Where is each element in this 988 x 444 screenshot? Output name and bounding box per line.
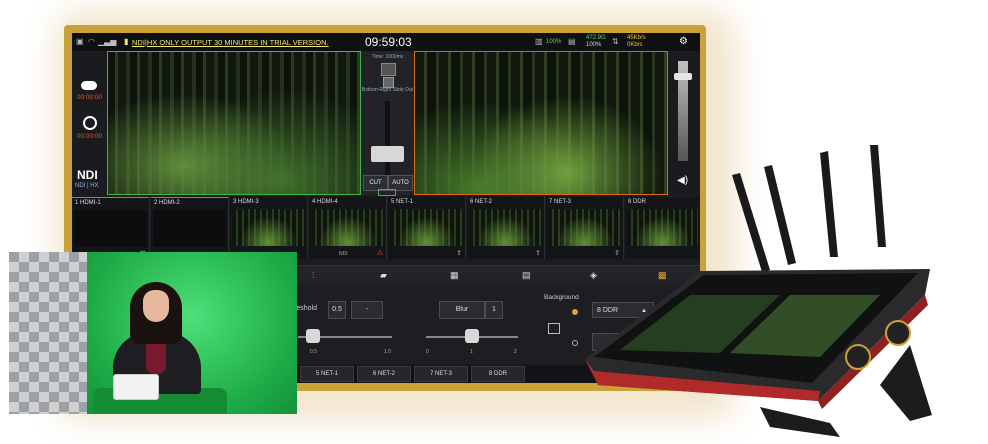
background-radio-1[interactable]: [572, 309, 578, 315]
network-icon: ⇅: [612, 37, 619, 46]
source-thumb-3[interactable]: 3 HDMI-3: [230, 197, 308, 259]
battery-icon: ▥: [535, 37, 543, 46]
transition-panel: Time: 1000ms Bottom-Right Slide Out CUT …: [361, 51, 414, 196]
notes-icon[interactable]: ▤: [522, 270, 531, 281]
source-thumb-2[interactable]: 2 HDMI-2: [151, 197, 229, 260]
scale-label: 0: [426, 349, 429, 355]
cpu-usage: 100%: [546, 39, 562, 45]
ndi-logo[interactable]: NDI: [77, 168, 98, 182]
tablet-on-desk: [113, 374, 159, 400]
folder-icon[interactable]: ▰: [380, 270, 387, 281]
source-button-net-3[interactable]: 7 NET-3: [414, 366, 468, 382]
blur-value[interactable]: 1: [485, 301, 503, 319]
clock: 09:59:03: [365, 35, 412, 49]
source-video: [232, 209, 305, 246]
storage-icon: ▤: [568, 37, 576, 46]
source-video: [390, 209, 463, 246]
device-stand: [760, 407, 840, 437]
blur-slider-knob[interactable]: [465, 329, 479, 343]
transition-time: Time: 1000ms: [371, 54, 404, 60]
blur-label: Blur: [439, 301, 485, 319]
source-name: NET-1: [396, 199, 414, 205]
studio-inset-photo: [9, 252, 297, 414]
source-name: HDMI-2: [159, 200, 180, 206]
gift-icon[interactable]: ▦: [450, 270, 459, 281]
source-video: [311, 209, 384, 246]
warning-icon: ⚠: [376, 250, 383, 257]
switcher-device-illustration: [585, 145, 932, 437]
xlr-port: [845, 344, 871, 370]
upload-icon[interactable]: ⇪: [535, 249, 541, 257]
threshold-value[interactable]: 0.5: [328, 301, 346, 319]
download-rate: 0Kb/s: [627, 42, 643, 48]
scale-label: 1: [470, 349, 473, 355]
source-thumb-6[interactable]: 6 NET-2 ⇪: [467, 197, 545, 259]
background-radio-2[interactable]: [572, 340, 578, 346]
left-control-column: 00:00:00 00:00:00 NDI NDI | HX: [72, 51, 107, 196]
ndi-hx-label: NDI | HX: [75, 183, 99, 189]
source-thumb-4[interactable]: 4 HDMI-4 NDI ⚠: [309, 197, 387, 259]
transition-effect: Bottom-Right Slide Out: [361, 87, 414, 93]
source-thumb-1[interactable]: 1 HDMI-1 ☰: [72, 197, 150, 260]
record-icon[interactable]: [83, 116, 97, 130]
scale-label: 2: [514, 349, 517, 355]
warning-icon: ▮: [124, 37, 129, 46]
picture-icon: [548, 323, 560, 334]
tbar-track: [385, 101, 390, 179]
source-button-ddr[interactable]: 8 DDR: [471, 366, 525, 382]
record-timer: 00:00:00: [76, 133, 103, 140]
source-button-net-2[interactable]: 6 NET-2: [357, 366, 411, 382]
cloud-stream-icon[interactable]: [81, 81, 97, 90]
ndi-tag: NDI: [339, 251, 348, 257]
source-video: [153, 210, 226, 247]
signal-icon: ▁▃▅: [98, 37, 117, 46]
source-name: NET-3: [554, 199, 572, 205]
wifi-icon: ◠: [88, 37, 95, 46]
tbar-handle[interactable]: [371, 146, 404, 162]
antenna-icon: [732, 145, 886, 272]
ftb-icon[interactable]: [378, 189, 396, 196]
upload-icon[interactable]: ⇪: [456, 249, 462, 257]
threshold-minus-button[interactable]: -: [351, 301, 383, 319]
upload-rate: 45Kb/s: [627, 35, 646, 41]
preview-monitor[interactable]: [107, 51, 361, 195]
source-thumb-5[interactable]: 5 NET-1 ⇪: [388, 197, 466, 259]
scale-label: 0.5: [310, 349, 317, 355]
top-status-bar: ▣ ◠ ▁▃▅ ▮ NDI|HX ONLY OUTPUT 30 MINUTES …: [72, 33, 700, 51]
threshold-slider-knob[interactable]: [306, 329, 320, 343]
gear-icon[interactable]: ⚙: [679, 36, 688, 47]
mixer-icon[interactable]: ⫶: [312, 270, 314, 281]
source-name: HDMI-4: [317, 199, 338, 205]
transition-effect-icon[interactable]: [381, 63, 396, 76]
storage-free: 472.9G: [586, 35, 606, 41]
storage-percent: 100%: [586, 42, 602, 48]
source-video: [74, 210, 147, 247]
xlr-port: [885, 320, 911, 346]
source-name: HDMI-3: [238, 199, 259, 205]
stream-timer: 00:00:00: [76, 94, 103, 101]
source-button-net-1[interactable]: 5 NET-1: [300, 366, 354, 382]
threshold-label: reshold: [294, 305, 317, 312]
source-name: NET-2: [475, 199, 493, 205]
background-label: Background: [544, 294, 579, 301]
monitor-icon: ▣: [76, 37, 84, 46]
scale-label: 1.0: [384, 349, 391, 355]
device-kickstand: [880, 345, 932, 421]
presenter-face: [143, 290, 169, 322]
source-name: HDMI-1: [80, 200, 101, 206]
source-video: [469, 209, 542, 246]
trial-warning-link[interactable]: NDI|HX ONLY OUTPUT 30 MINUTES IN TRIAL V…: [132, 38, 329, 47]
master-volume-fader[interactable]: [674, 73, 692, 80]
